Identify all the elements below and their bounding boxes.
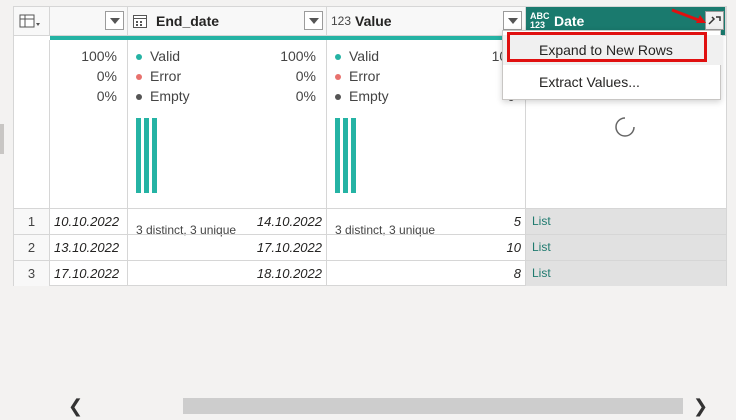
valid-label: Valid (136, 48, 180, 64)
distribution-bar (351, 118, 356, 193)
empty-dot-icon (335, 94, 341, 101)
row-number: 2 (14, 235, 50, 260)
empty-label: Empty (136, 88, 190, 104)
column-header-end-date[interactable]: End_date (128, 7, 327, 36)
distribution-bar (343, 118, 348, 193)
distribution-bar (152, 118, 157, 193)
empty-percent: 0% (295, 88, 316, 104)
end-date-cell[interactable]: 17.10.2022 (128, 235, 327, 260)
start-cell[interactable]: 10.10.2022 (50, 209, 128, 234)
error-label: Error (136, 68, 181, 84)
filter-dropdown-button[interactable] (304, 11, 323, 30)
stat-column-rownum (14, 40, 50, 208)
empty-dot-icon (136, 94, 142, 101)
list-link[interactable]: List (526, 209, 726, 234)
number-type-icon: 123 (331, 14, 352, 28)
valid-percent: 100% (280, 48, 316, 64)
end-date-cell[interactable]: 18.10.2022 (128, 261, 327, 286)
row-number: 3 (14, 261, 50, 286)
highlight-box (507, 32, 707, 62)
error-percent: 0% (96, 68, 117, 84)
table-menu-header[interactable] (14, 7, 50, 36)
filter-dropdown-button[interactable] (503, 11, 522, 30)
error-dot-icon (335, 74, 341, 81)
table-row[interactable]: 1 10.10.2022 14.10.2022 5 List (14, 208, 726, 234)
annotation-arrow (671, 8, 706, 23)
column-title-end-date: End_date (156, 13, 220, 29)
column-title-date: Date (554, 13, 585, 29)
valid-label: Valid (335, 48, 379, 64)
list-link[interactable]: List (526, 235, 726, 260)
scroll-right-arrow-icon[interactable]: ❯ (693, 396, 708, 417)
menu-item-extract-values[interactable]: Extract Values... (503, 67, 722, 97)
start-cell[interactable]: 17.10.2022 (50, 261, 128, 286)
distribution-bar (335, 118, 340, 193)
any-type-icon: ABC 123 (530, 11, 550, 30)
calendar-icon (133, 15, 147, 28)
list-link[interactable]: List (526, 261, 726, 286)
scrollbar-thumb[interactable] (183, 398, 683, 414)
empty-percent: 0% (96, 88, 117, 104)
distribution-bar (144, 118, 149, 193)
empty-label: Empty (335, 88, 389, 104)
value-cell[interactable]: 10 (327, 235, 526, 260)
error-label: Error (335, 68, 380, 84)
horizontal-scrollbar[interactable]: ❮ ❯ (13, 396, 727, 416)
stat-column-end-date: Valid Error Empty 100% 0% 0% 3 distinct,… (128, 40, 327, 237)
value-cell[interactable]: 8 (327, 261, 526, 286)
row-number: 1 (14, 209, 50, 234)
scroll-left-arrow-icon[interactable]: ❮ (68, 396, 83, 417)
column-header-value[interactable]: 123 Value (327, 7, 526, 36)
distribution-bar (136, 118, 141, 193)
valid-dot-icon (136, 54, 142, 61)
stat-column-value: Valid Error Empty 100 0 0 3 distinct, 3 … (327, 40, 526, 237)
value-cell[interactable]: 5 (327, 209, 526, 234)
table-row[interactable]: 3 17.10.2022 18.10.2022 8 List (14, 260, 726, 286)
table-row[interactable]: 2 13.10.2022 17.10.2022 10 List (14, 234, 726, 260)
valid-percent: 100% (81, 48, 117, 64)
valid-dot-icon (335, 54, 341, 61)
error-percent: 0% (295, 68, 316, 84)
stat-column-start: 100% 0% 0% (50, 40, 128, 208)
loading-spinner-icon (615, 117, 635, 137)
column-header-start[interactable] (50, 7, 128, 36)
filter-dropdown-button[interactable] (105, 11, 124, 30)
error-dot-icon (136, 74, 142, 81)
left-panel-edge (0, 124, 4, 154)
end-date-cell[interactable]: 14.10.2022 (128, 209, 327, 234)
table-icon (19, 14, 40, 28)
start-cell[interactable]: 13.10.2022 (50, 235, 128, 260)
column-title-value: Value (355, 13, 392, 29)
